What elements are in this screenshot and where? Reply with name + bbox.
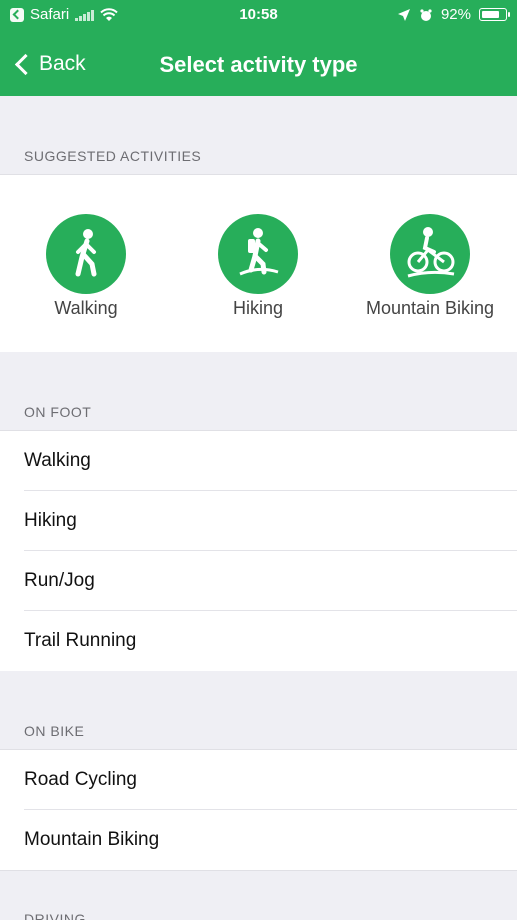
- status-right: 92%: [397, 6, 510, 23]
- battery-fill: [482, 11, 499, 18]
- list-item-label: Run/Jog: [24, 570, 95, 591]
- list-item-walking[interactable]: Walking: [0, 431, 517, 491]
- section-header-label: DRIVING: [24, 911, 86, 920]
- list-item-road-cycling[interactable]: Road Cycling: [0, 750, 517, 810]
- list-item-label: Mountain Biking: [24, 829, 160, 850]
- list-item-run-jog[interactable]: Run/Jog: [0, 551, 517, 611]
- battery-percent: 92%: [440, 6, 471, 23]
- list-item-label: Road Cycling: [24, 769, 137, 790]
- list-item-label: Trail Running: [24, 630, 137, 651]
- nav-bar: Back Select activity type: [0, 34, 517, 96]
- list-item-hiking[interactable]: Hiking: [0, 491, 517, 551]
- suggested-item-hiking[interactable]: Hiking: [172, 175, 344, 353]
- suggested-activities: Walking Hiking Mountain Biking: [0, 174, 517, 354]
- section-header-on-bike: ON BIKE: [0, 671, 517, 749]
- walking-icon: [46, 214, 126, 294]
- location-arrow-icon: [397, 8, 410, 21]
- list-item-mountain-biking[interactable]: Mountain Biking: [0, 810, 517, 870]
- hiking-icon: [218, 214, 298, 294]
- section-header-driving: DRIVING: [0, 871, 517, 920]
- list-item-trail-running[interactable]: Trail Running: [0, 611, 517, 671]
- list-item-label: Walking: [24, 450, 91, 471]
- section-header-label: ON BIKE: [24, 723, 85, 739]
- header: Safari 10:58 92% Back Select activity ty…: [0, 0, 517, 96]
- list-item-label: Hiking: [24, 510, 77, 531]
- status-bar: Safari 10:58 92%: [0, 0, 517, 34]
- battery-icon: [479, 8, 510, 21]
- on-bike-list: Road Cycling Mountain Biking: [0, 749, 517, 871]
- section-header-label: ON FOOT: [24, 404, 92, 420]
- section-header-on-foot: ON FOOT: [0, 352, 517, 430]
- suggested-item-label: Walking: [54, 298, 118, 318]
- suggested-item-label: Hiking: [232, 298, 284, 318]
- suggested-item-label: Mountain Biking: [365, 298, 495, 318]
- screen: Safari 10:58 92% Back Select activity ty…: [0, 0, 517, 920]
- suggested-item-mountain-biking[interactable]: Mountain Biking: [344, 175, 516, 353]
- mountain-biking-icon: [390, 214, 470, 294]
- section-header-suggested: SUGGESTED ACTIVITIES: [0, 96, 517, 174]
- page-title: Select activity type: [159, 52, 358, 77]
- section-header-label: SUGGESTED ACTIVITIES: [24, 148, 202, 164]
- on-foot-list: Walking Hiking Run/Jog Trail Running: [0, 430, 517, 672]
- suggested-item-walking[interactable]: Walking: [0, 175, 172, 353]
- alarm-icon: [420, 8, 432, 21]
